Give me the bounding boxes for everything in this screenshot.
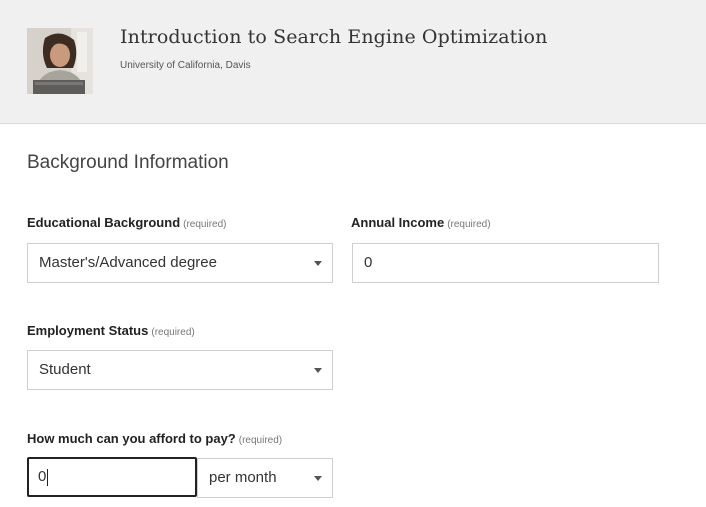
afford-amount-input[interactable]: 0 [27,457,197,497]
chevron-down-icon [314,476,322,481]
income-input-value: 0 [364,254,373,271]
afford-period-select[interactable]: per month [197,458,333,498]
income-label-text: Annual Income [351,215,445,230]
employment-label: Employment Status (required) [27,323,195,338]
employment-select[interactable]: Student [27,350,333,390]
afford-label: How much can you afford to pay? (required… [27,431,282,446]
course-organization: University of California, Davis [120,60,251,71]
education-select[interactable]: Master's/Advanced degree [27,243,333,283]
income-input[interactable]: 0 [352,243,659,283]
education-label-text: Educational Background [27,215,181,230]
section-title: Background Information [27,152,229,173]
course-header: Introduction to Search Engine Optimizati… [0,0,706,124]
afford-amount-value: 0 [38,468,47,485]
required-note: (required) [447,219,491,230]
employment-label-text: Employment Status [27,323,149,338]
afford-label-text: How much can you afford to pay? [27,431,236,446]
employment-select-value: Student [39,361,91,378]
income-label: Annual Income (required) [351,215,491,230]
text-cursor [47,468,49,486]
education-label: Educational Background (required) [27,215,227,230]
education-select-value: Master's/Advanced degree [39,254,217,271]
chevron-down-icon [314,261,322,266]
chevron-down-icon [314,368,322,373]
required-note: (required) [151,327,195,338]
afford-period-value: per month [209,469,277,486]
required-note: (required) [183,219,227,230]
instructor-photo-icon [27,28,93,94]
course-title: Introduction to Search Engine Optimizati… [120,26,548,48]
course-thumbnail-image [27,28,93,94]
required-note: (required) [238,435,283,446]
